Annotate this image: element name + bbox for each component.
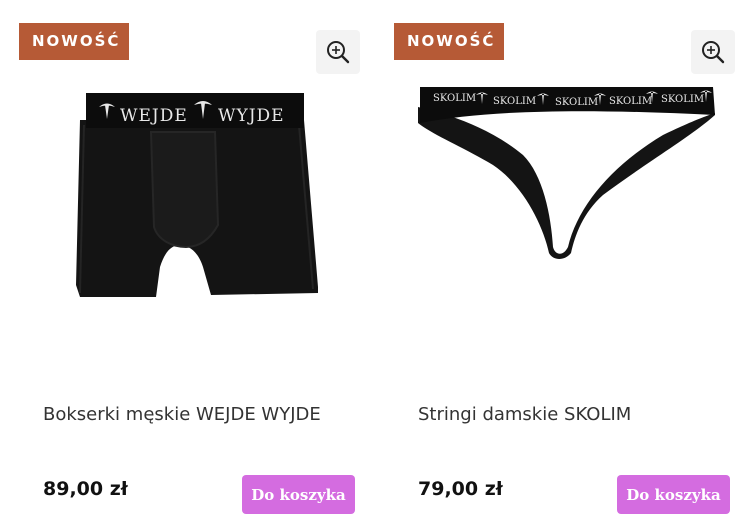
product-card: NOWOŚĆ SKOLIM SKOLIM SKOLIM SKOLIM SKOLI… (393, 0, 735, 531)
zoom-in-icon (702, 41, 725, 64)
band-text: WEJDE (120, 106, 188, 126)
band-text: SKOLIM (609, 96, 652, 107)
product-price: 89,00 zł (43, 478, 128, 500)
band-text: SKOLIM (493, 96, 536, 107)
band-text: SKOLIM (555, 97, 598, 108)
zoom-button[interactable] (316, 30, 360, 74)
band-text: WYJDE (218, 106, 285, 126)
add-to-cart-button[interactable]: Do koszyka (617, 475, 730, 514)
product-image-thong[interactable]: SKOLIM SKOLIM SKOLIM SKOLIM SKOLIM (393, 75, 733, 315)
band-text: SKOLIM (433, 93, 476, 104)
band-text: SKOLIM (661, 94, 704, 105)
add-to-cart-button[interactable]: Do koszyka (242, 475, 355, 514)
product-card: NOWOŚĆ WEJDE WYJDE Bokserki męskie WEJDE… (18, 0, 360, 531)
zoom-in-icon (327, 41, 350, 64)
zoom-button[interactable] (691, 30, 735, 74)
new-badge: NOWOŚĆ (394, 23, 504, 60)
product-title[interactable]: Stringi damskie SKOLIM (418, 404, 631, 425)
product-price: 79,00 zł (418, 478, 503, 500)
product-image-boxers[interactable]: WEJDE WYJDE (18, 75, 358, 315)
product-title[interactable]: Bokserki męskie WEJDE WYJDE (43, 404, 321, 425)
new-badge: NOWOŚĆ (19, 23, 129, 60)
